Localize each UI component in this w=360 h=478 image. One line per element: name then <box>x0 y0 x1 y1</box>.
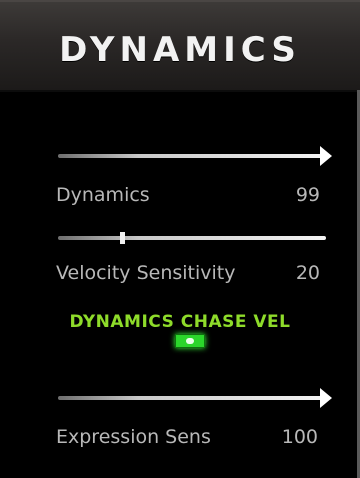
panel-title: DYNAMICS <box>59 30 301 70</box>
header-highlight <box>0 0 360 2</box>
velocity-sensitivity-label: Velocity Sensitivity <box>56 262 236 284</box>
slider-track <box>58 236 326 240</box>
panel-header: DYNAMICS <box>0 0 360 92</box>
dynamics-chase-vel-label: DYNAMICS CHASE VEL <box>69 312 291 332</box>
slider-track <box>58 154 326 158</box>
dynamics-value: 99 <box>295 184 320 206</box>
dynamics-label: Dynamics <box>56 184 150 206</box>
slider-thumb-arrow-icon[interactable] <box>320 388 332 408</box>
dynamics-panel: DYNAMICS Dynamics 99 Velocity Sensitivit… <box>0 0 360 478</box>
expression-sens-label: Expression Sens <box>56 426 211 448</box>
led-highlight <box>186 338 194 344</box>
dynamics-slider[interactable] <box>58 146 332 166</box>
slider-thumb-arrow-icon[interactable] <box>320 146 332 166</box>
velocity-sensitivity-slider[interactable] <box>58 228 326 248</box>
velocity-sensitivity-value: 20 <box>295 262 320 284</box>
expression-sens-value: 100 <box>281 426 318 448</box>
dynamics-chase-vel-toggle[interactable] <box>175 334 205 348</box>
expression-sens-slider[interactable] <box>58 388 332 408</box>
slider-thumb[interactable] <box>120 232 125 244</box>
slider-track <box>58 396 326 400</box>
